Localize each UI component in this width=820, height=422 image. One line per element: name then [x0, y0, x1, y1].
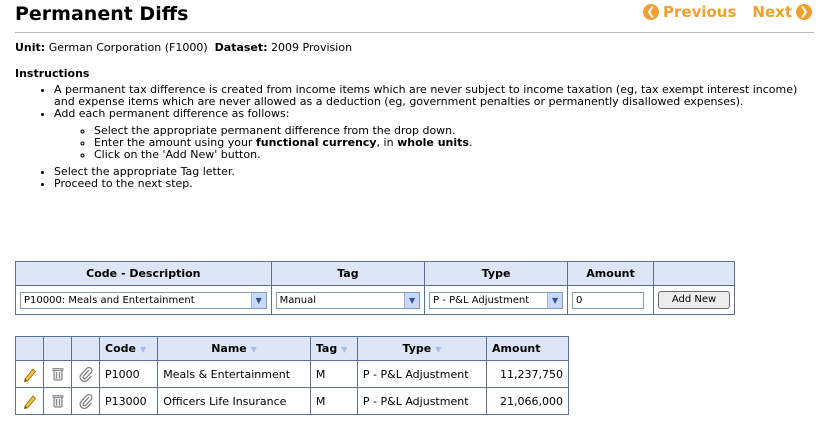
instructions-body: A permanent tax difference is created fr…	[38, 84, 808, 190]
previous-link[interactable]: ❮ Previous	[643, 3, 736, 21]
amount-cell: 0	[567, 285, 654, 315]
previous-arrow-icon: ❮	[643, 4, 660, 20]
pencil-icon[interactable]	[22, 366, 38, 382]
instruction-item: Proceed to the next step.	[54, 178, 808, 190]
tag-value: M	[309, 387, 358, 415]
instruction-text: .	[468, 136, 473, 149]
header-divider	[15, 32, 814, 33]
tag-cell: Manual ▼	[270, 285, 426, 315]
attach-cell	[71, 360, 100, 388]
tag-select[interactable]: Manual ▼	[275, 291, 421, 309]
name-header-label: Name	[211, 342, 247, 355]
attach-cell	[71, 387, 100, 415]
instruction-subitem: Click on the 'Add New' button.	[94, 149, 808, 161]
context-line: Unit: German Corporation (F1000) Dataset…	[15, 41, 352, 54]
code-value: P13000	[98, 387, 159, 415]
entry-form-table: Code - Description Tag Type Amount P1000…	[15, 261, 735, 315]
delete-column-header	[43, 336, 72, 361]
type-header: Type	[424, 261, 569, 286]
code-header-label: Code	[105, 342, 136, 355]
code-cell: P10000: Meals and Entertainment ▼	[15, 285, 272, 315]
column-header-code[interactable]: Code ▼	[98, 336, 159, 361]
chevron-down-icon[interactable]: ▼	[547, 292, 563, 308]
page-title: Permanent Diffs	[15, 3, 189, 25]
action-cell: Add New	[653, 285, 735, 315]
instruction-emphasis: functional currency	[255, 136, 377, 149]
next-arrow-icon: ❯	[796, 4, 812, 20]
column-header-tag[interactable]: Tag ▼	[309, 336, 358, 361]
next-link[interactable]: Next ❯	[752, 3, 812, 21]
step-navigation: ❮ Previous Next ❯	[643, 3, 812, 21]
add-new-button[interactable]: Add New	[658, 291, 730, 309]
instruction-item: Add each permanent difference as follows…	[54, 108, 808, 161]
unit-value: German Corporation (F1000)	[48, 41, 208, 54]
instruction-item: A permanent tax difference is created fr…	[54, 84, 808, 108]
paperclip-icon[interactable]	[78, 366, 94, 382]
sort-icon[interactable]: ▼	[435, 345, 441, 354]
dataset-label: Dataset:	[214, 41, 268, 54]
table-row: P1000 Meals & Entertainment M P - P&L Ad…	[15, 360, 569, 388]
chevron-down-icon[interactable]: ▼	[404, 292, 420, 308]
instructions-heading: Instructions	[15, 67, 90, 80]
edit-cell	[15, 387, 44, 415]
column-header-type[interactable]: Type ▼	[356, 336, 488, 361]
paperclip-icon[interactable]	[78, 393, 94, 409]
previous-label: Previous	[663, 3, 737, 21]
table-row: P13000 Officers Life Insurance M P - P&L…	[15, 387, 569, 415]
edit-cell	[15, 360, 44, 388]
type-select[interactable]: P - P&L Adjustment ▼	[429, 291, 564, 309]
amount-value: 11,237,750	[486, 360, 569, 388]
type-value: P - P&L Adjustment	[433, 294, 530, 306]
code-description-header: Code - Description	[15, 261, 272, 286]
sort-icon[interactable]: ▼	[341, 345, 347, 354]
tag-value: Manual	[279, 294, 316, 306]
tag-header-label: Tag	[315, 342, 338, 355]
instruction-emphasis: whole units	[397, 136, 469, 149]
type-cell: P - P&L Adjustment ▼	[424, 285, 569, 315]
unit-label: Unit:	[15, 41, 46, 54]
trash-icon[interactable]	[50, 393, 66, 409]
instruction-text: , in	[376, 136, 398, 149]
amount-header-label: Amount	[492, 342, 541, 355]
type-header-label: Type	[402, 342, 432, 355]
tag-header: Tag	[270, 261, 426, 286]
type-value: P - P&L Adjustment	[356, 387, 488, 415]
amount-value: 21,066,000	[486, 387, 569, 415]
sort-icon[interactable]: ▼	[140, 345, 146, 354]
edit-column-header	[15, 336, 44, 361]
amount-header: Amount	[567, 261, 654, 286]
code-description-value: P10000: Meals and Entertainment	[24, 294, 195, 306]
instruction-text: Add each permanent difference as follows…	[54, 107, 290, 120]
type-value: P - P&L Adjustment	[356, 360, 488, 388]
code-description-select[interactable]: P10000: Meals and Entertainment ▼	[20, 291, 267, 309]
column-header-amount[interactable]: Amount	[486, 336, 569, 361]
dataset-value: 2009 Provision	[271, 41, 353, 54]
name-value: Meals & Entertainment	[157, 360, 311, 388]
chevron-down-icon[interactable]: ▼	[250, 292, 266, 308]
tag-value: M	[309, 360, 358, 388]
next-label: Next	[752, 3, 792, 21]
amount-input[interactable]: 0	[572, 291, 645, 309]
attach-column-header	[71, 336, 100, 361]
permanent-diffs-table: Code ▼ Name ▼ Tag ▼ Type ▼ Amount P1000 Meal…	[15, 336, 569, 415]
pencil-icon[interactable]	[22, 393, 38, 409]
sort-icon[interactable]: ▼	[251, 345, 257, 354]
code-value: P1000	[98, 360, 159, 388]
column-header-name[interactable]: Name ▼	[157, 336, 311, 361]
name-value: Officers Life Insurance	[157, 387, 311, 415]
action-header	[653, 261, 735, 286]
delete-cell	[43, 387, 72, 415]
delete-cell	[43, 360, 72, 388]
trash-icon[interactable]	[50, 366, 66, 382]
